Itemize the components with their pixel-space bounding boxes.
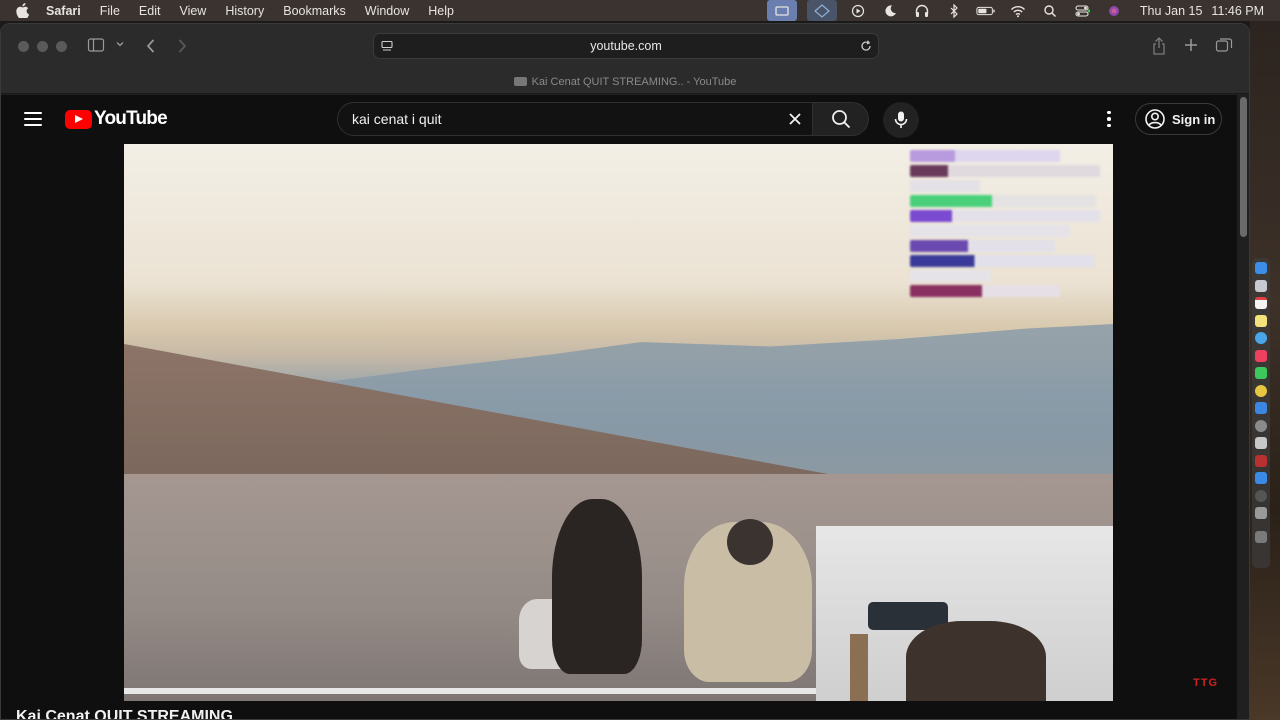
trash-icon[interactable] xyxy=(1255,530,1267,543)
tab-title: Kai Cenat QUIT STREAMING.. - YouTube xyxy=(531,75,737,88)
chevron-down-icon[interactable] xyxy=(115,39,125,49)
address-text: youtube.com xyxy=(590,39,662,53)
search-query-text: kai cenat i quit xyxy=(352,111,442,127)
menu-safari[interactable]: Safari xyxy=(46,4,81,18)
menu-edit[interactable]: Edit xyxy=(139,4,161,18)
video-title: Kai Cenat QUIT STREAMING xyxy=(16,708,233,720)
youtube-page: YouTube kai cenat i quit Sign in TTG Kai… xyxy=(1,95,1237,720)
webcam-door xyxy=(850,634,868,701)
sidebar-toggle-icon[interactable] xyxy=(87,37,107,53)
bluetooth-icon[interactable] xyxy=(943,0,965,21)
wifi-icon[interactable] xyxy=(1007,0,1029,21)
compass-icon[interactable] xyxy=(1255,489,1267,502)
webcam-streamer xyxy=(906,621,1046,701)
siri-icon[interactable] xyxy=(1103,0,1125,21)
play-icon[interactable] xyxy=(847,0,869,21)
chrome-icon[interactable] xyxy=(1255,384,1267,397)
search-icon xyxy=(831,110,850,129)
stream-chat-overlay xyxy=(910,150,1106,310)
apple-menu-icon[interactable] xyxy=(16,3,32,18)
vpn-icon[interactable] xyxy=(806,0,837,21)
share-icon[interactable] xyxy=(1151,36,1167,56)
menu-file[interactable]: File xyxy=(100,4,120,18)
search-icon[interactable] xyxy=(1039,0,1061,21)
back-button[interactable] xyxy=(144,37,158,55)
dictionary-icon[interactable] xyxy=(1255,454,1267,467)
menu-bookmarks[interactable]: Bookmarks xyxy=(283,4,346,18)
menu-window[interactable]: Window xyxy=(365,4,409,18)
voice-search-button[interactable] xyxy=(883,102,919,138)
mail-icon[interactable] xyxy=(1255,472,1267,484)
video-person-right-head xyxy=(727,519,773,565)
page-menu-icon[interactable] xyxy=(380,39,394,56)
safari-icon[interactable] xyxy=(1255,332,1267,344)
youtube-logo[interactable]: YouTube xyxy=(65,108,168,130)
video-caption-strip xyxy=(124,688,816,694)
video-player[interactable] xyxy=(124,144,1113,701)
finder-icon[interactable] xyxy=(1255,262,1267,274)
app-store-icon[interactable] xyxy=(1255,402,1267,414)
minimize-window-button[interactable] xyxy=(37,41,48,52)
battery-icon[interactable] xyxy=(975,0,997,21)
youtube-favicon-icon xyxy=(513,77,527,86)
new-tab-icon[interactable] xyxy=(1183,37,1199,53)
tab-overview-icon[interactable] xyxy=(1215,37,1233,53)
menu-help[interactable]: Help xyxy=(428,4,454,18)
zoom-window-button[interactable] xyxy=(56,41,67,52)
sign-in-label: Sign in xyxy=(1172,111,1216,127)
photo-booth-icon[interactable] xyxy=(1255,507,1267,519)
calendar-icon[interactable] xyxy=(1255,297,1267,309)
menu-bar: Safari File Edit View History Bookmarks … xyxy=(0,0,1280,21)
browser-toolbar: youtube.com xyxy=(1,24,1249,70)
menu-view[interactable]: View xyxy=(179,4,206,18)
close-window-button[interactable] xyxy=(18,41,29,52)
youtube-header: YouTube kai cenat i quit Sign in xyxy=(1,95,1237,143)
video-person-left xyxy=(552,499,642,674)
scrollbar-thumb[interactable] xyxy=(1240,97,1247,237)
moon-icon[interactable] xyxy=(879,0,901,21)
control-center-icon[interactable] xyxy=(1071,0,1093,21)
menubar-clock[interactable]: Thu Jan 15 11:46 PM xyxy=(1140,4,1264,18)
search-input[interactable]: kai cenat i quit xyxy=(337,102,813,136)
dock xyxy=(1252,258,1270,568)
youtube-logo-text: YouTube xyxy=(94,108,168,129)
system-settings-icon[interactable] xyxy=(1255,419,1267,432)
youtube-play-logo-icon xyxy=(65,109,92,129)
menubar-date: Thu Jan 15 xyxy=(1139,3,1203,18)
menubar-time: 11:46 PM xyxy=(1211,3,1264,18)
music-icon[interactable] xyxy=(1255,349,1267,362)
messages-icon[interactable] xyxy=(1255,367,1267,379)
preview-icon[interactable] xyxy=(1255,437,1267,449)
forward-button[interactable] xyxy=(175,37,189,55)
menu-history[interactable]: History xyxy=(225,4,264,18)
reload-icon[interactable] xyxy=(859,39,873,56)
streamer-webcam-overlay xyxy=(816,526,1113,701)
browser-window: youtube.com Kai Cenat QUIT STREAMING.. -… xyxy=(0,23,1250,720)
headphones-icon[interactable] xyxy=(911,0,933,21)
tab-bar[interactable]: Kai Cenat QUIT STREAMING.. - YouTube xyxy=(1,70,1249,94)
ttg-watermark: TTG xyxy=(1193,677,1218,689)
sign-in-button[interactable]: Sign in xyxy=(1135,103,1222,135)
search-button[interactable] xyxy=(813,102,869,136)
more-options-icon[interactable] xyxy=(1097,107,1121,131)
notes-icon[interactable] xyxy=(1255,314,1267,327)
screen-mirror-icon[interactable] xyxy=(766,0,797,21)
clear-search-icon[interactable] xyxy=(784,108,806,130)
page-scrollbar[interactable] xyxy=(1237,95,1249,719)
microphone-icon xyxy=(894,111,908,128)
account-icon xyxy=(1145,109,1165,129)
address-bar[interactable]: youtube.com xyxy=(373,33,879,59)
launchpad-icon[interactable] xyxy=(1255,279,1267,292)
hamburger-menu-icon[interactable] xyxy=(19,107,47,131)
